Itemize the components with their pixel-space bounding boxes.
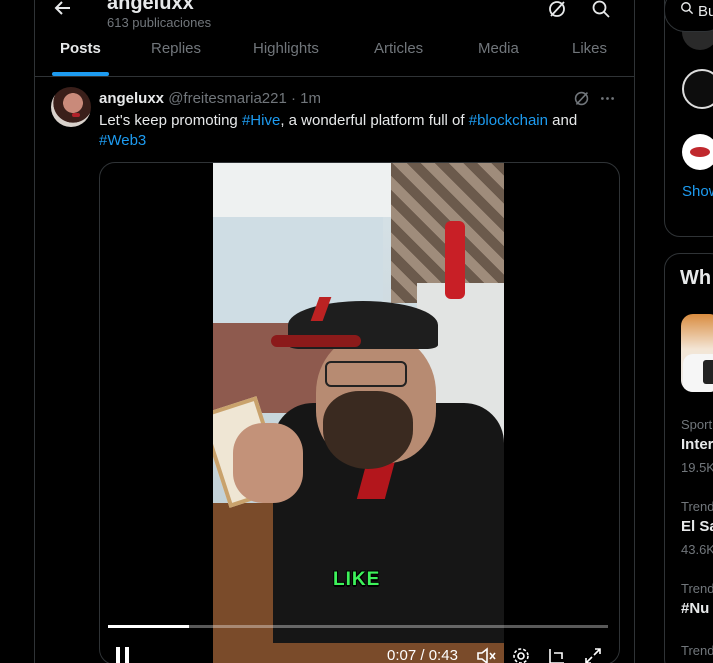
post-author[interactable]: angeluxx [99, 90, 164, 107]
grok-icon [574, 91, 589, 106]
search-icon [681, 2, 694, 15]
active-tab-indicator [52, 72, 109, 76]
back-arrow-icon [54, 1, 70, 15]
video-player[interactable]: LIKE 0:07 / 0:43 [99, 162, 620, 663]
pip-icon [549, 649, 564, 663]
pip-button[interactable] [548, 647, 566, 663]
pause-icon [116, 647, 120, 663]
search-button[interactable] [591, 0, 611, 24]
trend-name[interactable]: #Nu [681, 600, 709, 617]
tab-posts[interactable]: Posts [60, 40, 101, 57]
mute-icon [477, 647, 496, 663]
profile-tabs: Posts Replies Highlights Articles Media … [35, 30, 634, 76]
main-column: angeluxx 613 publicaciones Posts Replies… [34, 0, 635, 663]
video-caption: LIKE [333, 569, 381, 590]
fullscreen-icon [585, 648, 601, 663]
tab-likes[interactable]: Likes [572, 40, 607, 57]
avatar[interactable] [51, 87, 91, 127]
hashtag-link[interactable]: #Web3 [99, 132, 146, 149]
trend-category: Sport [681, 417, 713, 432]
right-sidebar: Show Bu Wh Sport Inter 19.5K Trend El Sa… [664, 0, 713, 663]
post-text-part: Let's keep promoting [99, 112, 242, 129]
more-icon [601, 97, 614, 100]
settings-button[interactable] [512, 647, 530, 663]
post-time[interactable]: 1m [300, 90, 321, 107]
trend-category: Trend [681, 581, 713, 596]
profile-name: angeluxx [107, 0, 194, 14]
trend-category: Trend [681, 499, 713, 514]
more-button[interactable] [599, 90, 616, 112]
tab-media[interactable]: Media [478, 40, 519, 57]
pause-icon [125, 647, 129, 663]
trend-name[interactable]: El Sa [681, 518, 713, 535]
settings-icon [513, 648, 529, 663]
video-frame[interactable]: LIKE [213, 163, 504, 663]
post-count: 613 publicaciones [107, 15, 212, 30]
show-more-link[interactable]: Show [682, 183, 713, 200]
grok-icon [549, 1, 565, 17]
tab-replies[interactable]: Replies [151, 40, 201, 57]
post-handle[interactable]: @freitesmaria221 [168, 90, 287, 107]
grok-post-button[interactable] [573, 90, 590, 112]
tab-highlights[interactable]: Highlights [253, 40, 319, 57]
time-separator: / [416, 647, 429, 663]
profile-header: angeluxx 613 publicaciones Posts Replies… [35, 0, 634, 77]
trend-category: Trend [681, 643, 713, 658]
back-button[interactable] [53, 0, 73, 24]
search-text: Bu [698, 3, 713, 20]
mute-button[interactable] [476, 647, 496, 663]
grok-button[interactable] [547, 0, 567, 24]
trend-count: 19.5K [681, 460, 713, 475]
post-meta: angeluxx @freitesmaria221 · 1m [99, 90, 321, 107]
tab-articles[interactable]: Articles [374, 40, 423, 57]
avatar[interactable] [682, 69, 713, 109]
fullscreen-button[interactable] [584, 647, 602, 663]
current-time: 0:07 [387, 647, 417, 663]
hashtag-link[interactable]: #blockchain [469, 112, 548, 129]
post[interactable]: angeluxx @freitesmaria221 · 1m Let's kee… [35, 77, 634, 663]
video-timecode: 0:07 / 0:43 [387, 647, 458, 663]
trend-thumbnail[interactable] [681, 314, 713, 392]
duration: 0:43 [428, 647, 458, 663]
pause-button[interactable] [116, 647, 130, 663]
video-progress-fill [108, 625, 190, 628]
video-progress-bar[interactable] [108, 625, 608, 628]
meta-separator: · [290, 90, 296, 107]
avatar[interactable] [682, 134, 713, 170]
hashtag-link[interactable]: #Hive [242, 112, 280, 129]
post-text-part: and [547, 112, 578, 129]
trend-count: 43.6K [681, 542, 713, 557]
search-input[interactable]: Bu [664, 0, 713, 32]
post-text-part: , a wonderful platform full of [280, 112, 469, 129]
trend-name[interactable]: Inter [681, 436, 713, 453]
video-controls: 0:07 / 0:43 [100, 639, 619, 663]
search-icon [592, 0, 610, 18]
trends-heading: Wh [680, 267, 712, 289]
post-text: Let's keep promoting #Hive, a wonderful … [99, 111, 619, 151]
who-to-follow-card: Show [664, 0, 713, 237]
